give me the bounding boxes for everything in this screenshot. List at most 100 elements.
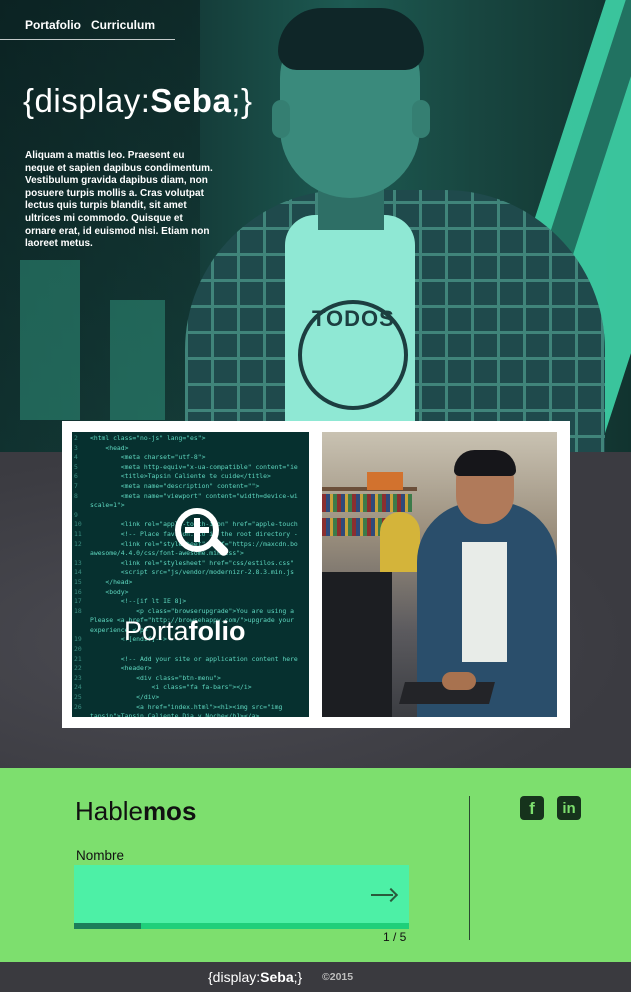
portfolio-label-light: Porta	[124, 616, 189, 646]
code-line-number: 25	[74, 693, 82, 702]
footer-logo: {display:Seba;}	[208, 969, 302, 985]
linkedin-icon[interactable]: in	[557, 796, 581, 820]
code-line-number: 4	[74, 453, 78, 462]
code-line-number: 15	[74, 577, 82, 586]
code-line-text: <title>Tapsin Caliente te cuide</title>	[90, 472, 271, 481]
code-line-number: 16	[74, 587, 82, 596]
code-line-number: 23	[74, 673, 82, 682]
code-line-number: 18	[74, 606, 82, 615]
contact-title-light: Hable	[75, 796, 143, 826]
portfolio-thumbnail-code[interactable]: 2 <html class="no-js" lang="es"> 3 <head> 4…	[72, 432, 309, 717]
code-line-number: 7	[74, 481, 78, 490]
portfolio-photo	[322, 432, 557, 717]
code-line-text: <meta charset="utf-8">	[90, 453, 206, 462]
code-line: 13 <link rel="stylesheet" href="css/esti…	[74, 559, 309, 569]
code-line: 5 <meta http-equiv="x-ua-compatible" con…	[74, 463, 309, 473]
code-line-text: <meta name="description" content="">	[90, 481, 260, 490]
facebook-icon[interactable]: f	[520, 796, 544, 820]
code-line: 2 <html class="no-js" lang="es">	[74, 434, 309, 444]
photo-books	[322, 494, 412, 512]
footer-logo-prefix: {display:	[208, 969, 261, 985]
form-progress-fill	[74, 923, 141, 929]
code-line-number: 8	[74, 491, 78, 500]
code-line: 14 <script src="js/vendor/modernizr-2.8.…	[74, 568, 309, 578]
code-line-number: 2	[74, 434, 78, 442]
form-progress-bar	[74, 923, 409, 929]
code-line-number: 17	[74, 597, 82, 606]
code-line-text: <!-- Add your site or application conten…	[90, 654, 298, 663]
code-line: 21 <!-- Add your site or application con…	[74, 655, 309, 665]
code-line: 15 </head>	[74, 578, 309, 588]
hero-person-ear	[272, 100, 290, 138]
code-line-text: <body>	[90, 587, 129, 596]
code-line-number: 9	[74, 510, 78, 519]
portfolio-link[interactable]: Portafolio	[124, 616, 246, 647]
portfolio-label-bold: folio	[188, 616, 246, 646]
code-line: 6 <title>Tapsin Caliente te cuide</title…	[74, 472, 309, 482]
nav-curriculum-link[interactable]: Curriculum	[91, 18, 155, 32]
code-line-number: 21	[74, 654, 82, 663]
photo-person-hair	[454, 450, 516, 476]
code-line-text: tapsin">Tapsin Caliente Dia y Noche</h1>…	[90, 712, 260, 717]
code-line: 17 <!--[if lt IE 8]>	[74, 597, 309, 607]
code-line: tapsin">Tapsin Caliente Dia y Noche</h1>…	[74, 712, 309, 717]
code-line: 4 <meta charset="utf-8">	[74, 453, 309, 463]
code-line-text: <div class="btn-menu">	[90, 673, 221, 682]
code-line-number: 13	[74, 558, 82, 567]
code-line-text: <meta name="viewport" content="width=dev…	[90, 491, 298, 500]
code-line-text: <meta http-equiv="x-ua-compatible" conte…	[90, 462, 298, 471]
name-field-label: Nombre	[76, 848, 125, 863]
code-line-text: <header>	[90, 664, 152, 673]
code-line-number: 12	[74, 539, 82, 548]
code-line-number: 3	[74, 443, 78, 452]
code-line-text: <script src="js/vendor/modernizr-2.8.3.m…	[90, 568, 294, 577]
code-line-number: 11	[74, 529, 82, 538]
code-line-number: 6	[74, 472, 78, 481]
shirt-text: TODOS	[312, 306, 395, 331]
code-line-text: <i class="fa fa-bars"></i>	[90, 683, 252, 692]
code-line-number: 20	[74, 645, 82, 654]
code-line-number: 24	[74, 683, 82, 692]
code-line: 23 <div class="btn-menu">	[74, 674, 309, 684]
code-line-number: 14	[74, 568, 82, 577]
code-line-text: <head>	[90, 443, 129, 452]
code-line-number: 19	[74, 635, 82, 644]
background-window	[110, 300, 165, 420]
top-nav: Portafolio Curriculum	[0, 0, 175, 40]
contact-title-bold: mos	[142, 796, 197, 826]
hero-person-hair	[278, 8, 424, 70]
name-input[interactable]	[74, 865, 409, 923]
photo-monitor	[322, 572, 392, 717]
code-line-text: </head>	[90, 577, 133, 586]
code-line-number: 22	[74, 664, 82, 673]
step-counter: 1 / 5	[383, 930, 407, 944]
code-line: 8 <meta name="viewport" content="width=d…	[74, 492, 309, 502]
footer-logo-name: Seba	[260, 969, 294, 985]
logo-name: Seba	[150, 82, 232, 119]
footer-logo-suffix: ;}	[293, 969, 303, 985]
code-line-text: scale=1">	[90, 501, 125, 510]
code-line-text: <a href="index.html"><h1><img src="img	[90, 702, 283, 711]
arrow-right-icon[interactable]	[371, 889, 397, 901]
code-line: 22 <header>	[74, 664, 309, 674]
photo-person-hand	[442, 672, 476, 690]
hero-person-ear	[412, 100, 430, 138]
nav-portfolio-link[interactable]: Portafolio	[25, 18, 81, 32]
code-line-number: 10	[74, 520, 82, 529]
code-line: 16 <body>	[74, 588, 309, 598]
background-window	[20, 260, 80, 420]
logo-suffix: ;}	[231, 82, 253, 119]
code-line: 24 <i class="fa fa-bars"></i>	[74, 683, 309, 693]
contact-divider	[469, 796, 470, 940]
code-line-number: 26	[74, 702, 82, 711]
code-line-text: </div>	[90, 693, 160, 702]
code-line-number: 5	[74, 462, 78, 471]
contact-title: Hablemos	[75, 796, 196, 827]
code-line: 3 <head>	[74, 444, 309, 454]
photo-person-shirt	[462, 542, 507, 662]
contact-section: Hablemos Nombre 1 / 5 f in	[0, 768, 631, 962]
code-line-text: <!--[if lt IE 8]>	[90, 597, 187, 606]
code-line: 25 </div>	[74, 693, 309, 703]
footer-copyright: ©2015	[322, 971, 354, 983]
logo-prefix: {display:	[23, 82, 151, 119]
